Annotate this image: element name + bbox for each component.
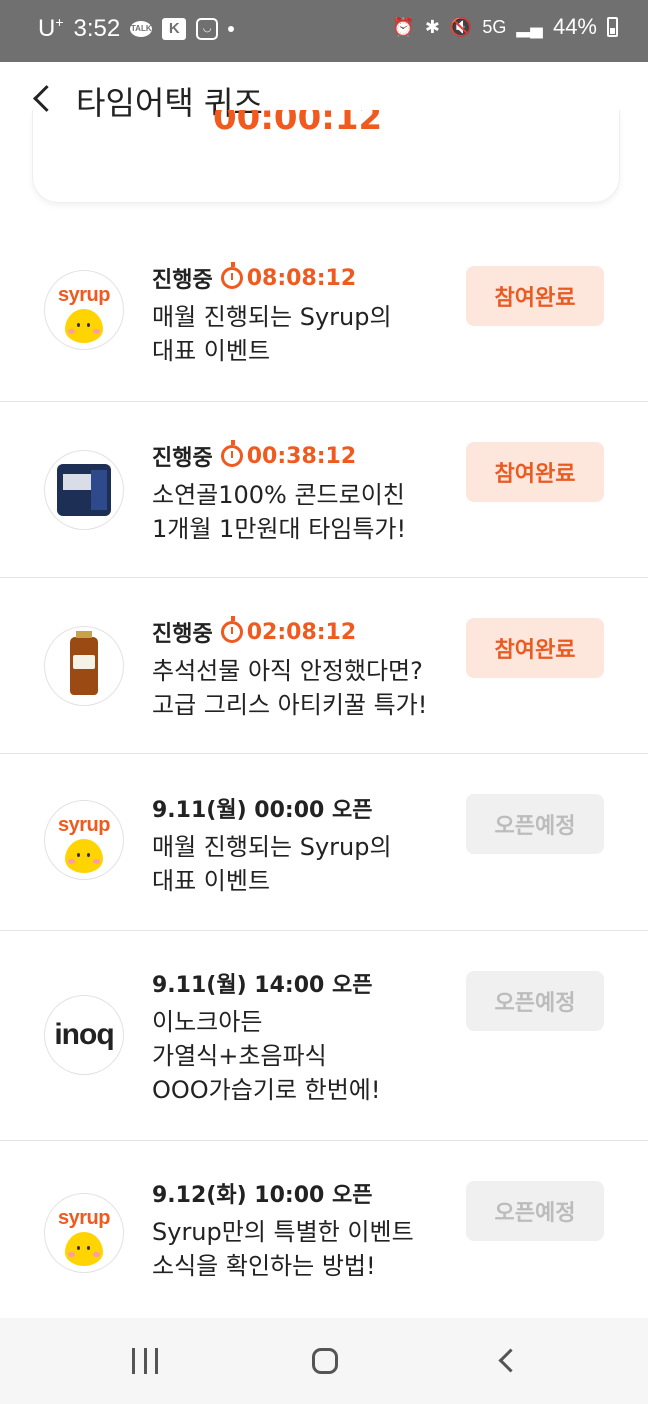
countdown-timer: 00:38:12 xyxy=(220,440,357,469)
syrup-logo: syrup xyxy=(44,800,124,880)
clock-time: 3:52 xyxy=(73,14,121,42)
status-label: 진행중 xyxy=(152,622,213,647)
inoq-logo-text: inoq xyxy=(54,1018,114,1051)
chevron-left-icon xyxy=(32,84,60,112)
battery-percent: 44% xyxy=(552,14,597,39)
item-description: 매월 진행되는 Syrup의 대표 이벤트 xyxy=(152,830,392,898)
k-icon: K xyxy=(162,17,187,40)
chondroitin-product-image xyxy=(57,464,111,516)
syrup-logo-text: syrup xyxy=(58,1206,110,1229)
syrup-logo: syrup xyxy=(44,1193,124,1273)
item-description: 추석선물 아직 안정했다면? 고급 그리스 아티키꿀 특가! xyxy=(152,654,427,722)
stopwatch-icon xyxy=(220,616,243,643)
item-description: 매월 진행되는 Syrup의 대표 이벤트 xyxy=(152,300,392,368)
desc-line: 매월 진행되는 Syrup의 xyxy=(152,303,392,331)
desc-line: 추석선물 아직 안정했다면? xyxy=(152,657,423,685)
desc-line: 소식을 확인하는 방법! xyxy=(152,1252,376,1280)
product-thumbnail xyxy=(44,450,124,530)
talk-icon: TALK xyxy=(130,20,153,37)
shopping-bag-icon: ◡ xyxy=(196,17,219,40)
recent-apps-icon[interactable] xyxy=(132,1348,158,1374)
desc-line: 고급 그리스 아티키꿀 특가! xyxy=(152,691,428,719)
signal-icon: ▂▄ xyxy=(516,16,543,37)
syrup-logo-text: syrup xyxy=(58,813,110,836)
status-label: 진행중 xyxy=(152,268,213,293)
item-status: 9.11(월) 00:00 오픈 xyxy=(152,792,392,824)
syrup-mascot-icon xyxy=(65,838,103,873)
home-icon[interactable] xyxy=(312,1348,338,1374)
open-date-label: 9.12(화) 10:00 오픈 xyxy=(152,1183,373,1208)
countdown-timer: 08:08:12 xyxy=(220,262,357,291)
desc-line: 1개월 1만원대 타임특가! xyxy=(152,515,407,543)
list-item[interactable]: 진행중 02:08:12 추석선물 아직 안정했다면? 고급 그리스 아티키꿀 … xyxy=(0,578,648,754)
list-item[interactable]: syrup 9.11(월) 00:00 오픈 매월 진행되는 Syrup의 대표… xyxy=(0,754,648,931)
syrup-logo-text: syrup xyxy=(58,283,110,306)
item-status: 진행중 00:38:12 xyxy=(152,440,406,472)
list-item[interactable]: syrup 진행중 08:08:12 매월 진행되는 Syrup의 대표 이벤트… xyxy=(0,222,648,402)
open-date-label: 9.11(월) 00:00 오픈 xyxy=(152,798,373,823)
syrup-mascot-icon xyxy=(65,308,103,343)
item-description: Syrup만의 특별한 이벤트 소식을 확인하는 방법! xyxy=(152,1215,414,1283)
desc-line: Syrup만의 특별한 이벤트 xyxy=(152,1218,414,1246)
product-thumbnail xyxy=(44,626,124,706)
status-label: 진행중 xyxy=(152,446,213,471)
bluetooth-icon: ✱ xyxy=(424,16,440,37)
inoq-logo: inoq xyxy=(44,995,124,1075)
item-status: 진행중 02:08:12 xyxy=(152,616,427,648)
list-item[interactable]: inoq 9.11(월) 14:00 오픈 이노크아든 가열식+초음파식 OOO… xyxy=(0,931,648,1141)
battery-icon xyxy=(607,17,618,37)
stopwatch-icon xyxy=(220,262,243,289)
participated-button[interactable]: 참여완료 xyxy=(466,442,604,502)
alarm-icon: ⏰ xyxy=(392,16,415,37)
desc-line: 매월 진행되는 Syrup의 xyxy=(152,833,392,861)
item-status: 9.11(월) 14:00 오픈 xyxy=(152,967,380,999)
current-quiz-card: 00:00:12 xyxy=(32,110,620,203)
participated-button[interactable]: 참여완료 xyxy=(466,266,604,326)
desc-line: 대표 이벤트 xyxy=(152,337,271,365)
item-description: 이노크아든 가열식+초음파식 OOO가습기로 한번에! xyxy=(152,1005,380,1107)
timer-value: 00:38:12 xyxy=(246,443,357,469)
participated-button[interactable]: 참여완료 xyxy=(466,618,604,678)
system-nav-bar xyxy=(0,1318,648,1404)
coming-soon-button[interactable]: 오픈예정 xyxy=(466,794,604,854)
quiz-list: syrup 진행중 08:08:12 매월 진행되는 Syrup의 대표 이벤트… xyxy=(0,222,648,1319)
timer-value: 08:08:12 xyxy=(246,265,357,291)
list-item[interactable]: 진행중 00:38:12 소연골100% 콘드로이친 1개월 1만원대 타임특가… xyxy=(0,402,648,578)
honey-jar-image xyxy=(70,631,98,695)
syrup-logo: syrup xyxy=(44,270,124,350)
desc-line: 대표 이벤트 xyxy=(152,867,271,895)
item-status: 진행중 08:08:12 xyxy=(152,262,392,294)
list-item[interactable]: syrup 9.12(화) 10:00 오픈 Syrup만의 특별한 이벤트 소… xyxy=(0,1141,648,1319)
timer-fragment-text: 00:00:12 xyxy=(213,110,383,138)
desc-line: 가열식+초음파식 xyxy=(152,1042,327,1070)
timer-value: 02:08:12 xyxy=(246,619,357,645)
desc-line: 이노크아든 xyxy=(152,1008,263,1036)
back-nav-icon[interactable] xyxy=(498,1348,523,1373)
network-label: 5G xyxy=(482,16,507,37)
card-timer-fragment: 00:00:12 xyxy=(213,110,382,168)
coming-soon-button[interactable]: 오픈예정 xyxy=(466,1181,604,1241)
carrier-label: U+ xyxy=(38,14,64,42)
open-date-label: 9.11(월) 14:00 오픈 xyxy=(152,973,373,998)
item-description: 소연골100% 콘드로이친 1개월 1만원대 타임특가! xyxy=(152,478,406,546)
notification-dot-icon xyxy=(228,25,235,32)
desc-line: 소연골100% 콘드로이친 xyxy=(152,481,405,509)
status-bar: U+ 3:52 TALK K ◡ ⏰ ✱ 🔇 5G ▂▄ 44% xyxy=(0,0,648,62)
syrup-mascot-icon xyxy=(65,1231,103,1266)
desc-line: OOO가습기로 한번에! xyxy=(152,1076,381,1104)
stopwatch-icon xyxy=(220,440,243,467)
mute-icon: 🔇 xyxy=(449,16,473,37)
item-status: 9.12(화) 10:00 오픈 xyxy=(152,1177,414,1209)
coming-soon-button[interactable]: 오픈예정 xyxy=(466,971,604,1031)
countdown-timer: 02:08:12 xyxy=(220,616,357,645)
